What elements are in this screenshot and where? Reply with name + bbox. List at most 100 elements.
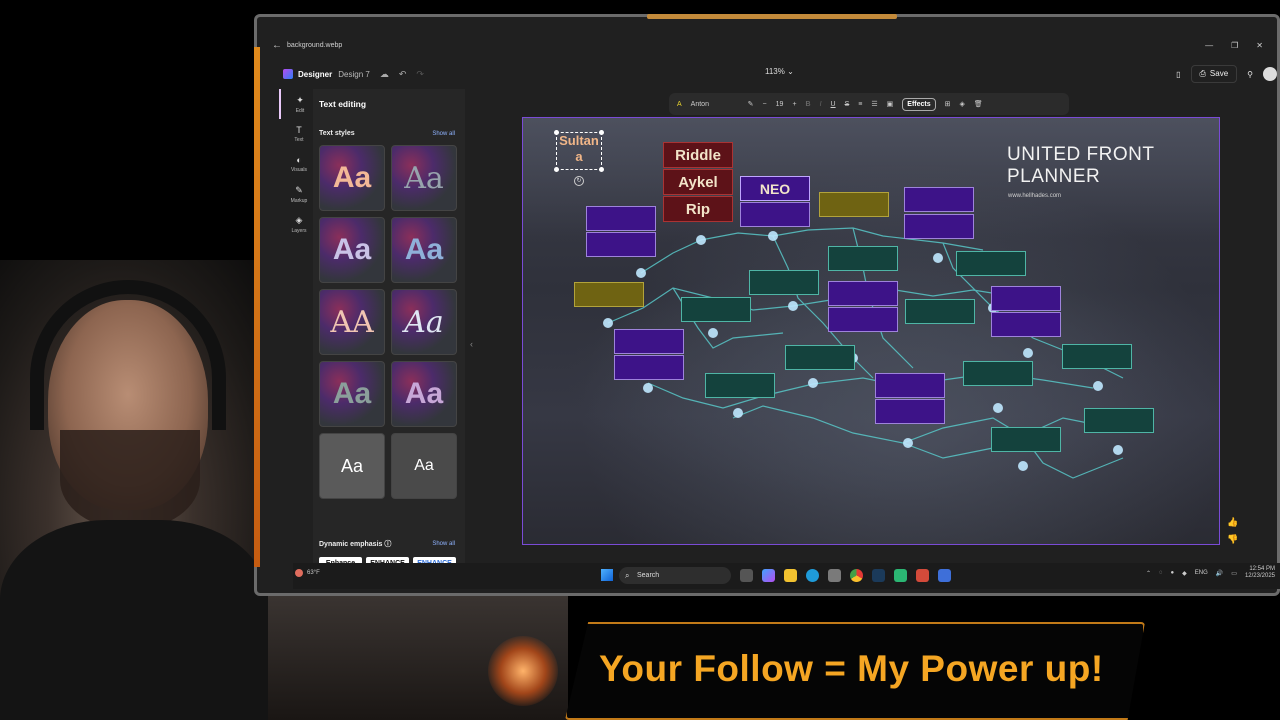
tray-app-icon[interactable]: ◌ [1159,570,1163,576]
strikethrough-icon[interactable]: S [845,101,850,108]
underline-icon[interactable]: U [831,101,836,108]
font-family-select[interactable]: Anton [691,101,739,108]
player-name-neo[interactable]: NEO [740,176,810,201]
copilot-icon[interactable] [762,569,775,582]
selected-text-box[interactable]: Sultan a [556,132,602,170]
collapse-panel-icon[interactable]: ‹ [470,339,473,349]
layers-toolbar-icon[interactable]: ◈ [960,100,965,108]
planner-title[interactable]: UNITED FRONT PLANNER [1007,144,1207,188]
list-icon[interactable]: ☰ [871,100,877,108]
text-style-tile[interactable]: Aa [319,145,385,211]
purple-slot[interactable] [614,329,684,354]
italic-icon[interactable]: I [820,101,822,108]
close-icon[interactable]: ✕ [1256,41,1263,50]
chrome-icon[interactable] [850,569,863,582]
purple-slot[interactable] [991,286,1061,311]
steam-icon[interactable] [872,569,885,582]
resize-handle[interactable] [554,130,559,135]
tray-chevron-icon[interactable]: ⌃ [1146,570,1151,577]
dynamic-show-all[interactable]: Show all [432,541,455,547]
design-name[interactable]: Design 7 [338,70,370,79]
battery-icon[interactable]: ▭ [1231,570,1237,577]
purple-slot[interactable] [904,187,974,212]
text-style-tile[interactable]: Aa [319,361,385,427]
resize-handle[interactable] [554,167,559,172]
undo-icon[interactable]: ↶ [399,69,407,80]
start-button-icon[interactable] [601,569,613,581]
text-styles-show-all[interactable]: Show all [432,131,455,137]
text-style-tile[interactable]: AA [319,289,385,355]
purple-slot[interactable] [614,355,684,380]
save-button[interactable]: ⎙ Save [1190,65,1238,83]
bold-icon[interactable]: B [806,101,811,108]
purple-slot[interactable] [828,281,898,306]
teal-slot[interactable] [1062,344,1132,369]
cloud-icon[interactable]: ☁ [380,69,389,80]
teal-slot[interactable] [991,427,1061,452]
text-style-tile[interactable]: Aa [391,145,457,211]
teal-slot[interactable] [681,297,751,322]
teal-slot[interactable] [705,373,775,398]
purple-slot[interactable] [991,312,1061,337]
back-arrow-icon[interactable]: ← [267,40,287,51]
language-indicator[interactable]: ENG [1195,570,1208,576]
effects-button[interactable]: Effects [902,97,936,111]
text-style-tile[interactable]: Aa [391,433,457,499]
edge-icon[interactable] [806,569,819,582]
tray-app-icon[interactable]: ◆ [1182,570,1187,577]
teal-slot[interactable] [828,246,898,271]
info-icon[interactable]: ⓘ [384,541,391,548]
phone-icon[interactable]: ▯ [1176,70,1180,79]
font-color-icon[interactable]: A [677,101,682,108]
minimize-icon[interactable]: — [1205,41,1213,50]
teal-slot[interactable] [956,251,1026,276]
teal-slot[interactable] [785,345,855,370]
purple-slot[interactable] [875,373,945,398]
align-icon[interactable]: ≡ [858,101,862,108]
text-style-tile[interactable]: Aa [391,217,457,283]
text-style-tile[interactable]: Aa [391,289,457,355]
redo-icon[interactable]: ↷ [416,69,424,80]
file-explorer-icon[interactable] [784,569,797,582]
teal-slot[interactable] [749,270,819,295]
avatar[interactable] [1263,67,1277,81]
task-view-icon[interactable] [740,569,753,582]
purple-slot[interactable] [828,307,898,332]
textbox-icon[interactable]: ▣ [887,100,894,108]
taskbar-clock[interactable]: 12:54 PM 12/23/2025 [1245,566,1275,580]
teal-slot[interactable] [963,361,1033,386]
rotate-handle-icon[interactable]: ↻ [574,176,584,186]
planner-url[interactable]: www.hellhades.com [1008,193,1061,199]
olive-slot[interactable] [574,282,644,307]
arrange-icon[interactable]: ⊞ [945,100,951,108]
app-icon[interactable] [916,569,929,582]
purple-slot[interactable] [586,206,656,231]
taskbar-search[interactable]: ⌕ Search [619,567,731,584]
purple-slot[interactable] [875,399,945,424]
purple-slot[interactable] [740,202,810,227]
maximize-icon[interactable]: ❐ [1231,41,1238,50]
share-icon[interactable]: ⚲ [1247,70,1253,79]
player-name-aykel[interactable]: Aykel [663,169,733,195]
font-size-value[interactable]: 19 [776,101,784,108]
app-icon[interactable] [894,569,907,582]
edit-font-icon[interactable]: ✎ [748,100,754,108]
resize-handle[interactable] [599,130,604,135]
thumbs-up-icon[interactable]: 👍 [1227,517,1238,528]
zoom-level[interactable]: 113% ⌄ [765,67,794,76]
teal-slot[interactable] [1084,408,1154,433]
player-name-riddle[interactable]: Riddle [663,142,733,168]
olive-slot[interactable] [819,192,889,217]
text-style-tile[interactable]: Aa [319,433,385,499]
purple-slot[interactable] [904,214,974,239]
thumbs-down-icon[interactable]: 👎 [1227,534,1238,545]
delete-icon[interactable]: 🗑 [974,100,983,108]
design-canvas[interactable]: UNITED FRONT PLANNER www.hellhades.com S… [522,117,1220,545]
resize-handle[interactable] [599,167,604,172]
player-name-rip[interactable]: Rip [663,196,733,222]
volume-icon[interactable]: 🔊 [1216,570,1223,577]
font-size-decrease[interactable]: − [763,101,767,108]
font-size-increase[interactable]: + [792,101,796,108]
text-style-tile[interactable]: Aa [319,217,385,283]
teal-slot[interactable] [905,299,975,324]
